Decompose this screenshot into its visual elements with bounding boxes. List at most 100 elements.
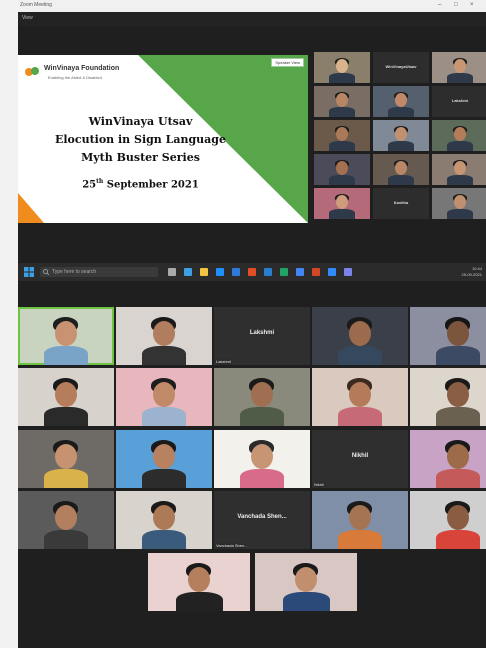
taskbar-clock[interactable]: 10:44 25-09-2021 <box>462 266 482 278</box>
mini-participant-tile[interactable] <box>314 86 370 117</box>
zoom-icon[interactable] <box>328 268 336 276</box>
teams-icon[interactable] <box>344 268 352 276</box>
participant-tile[interactable] <box>312 307 408 365</box>
mini-participant-tile[interactable] <box>373 86 429 117</box>
participant-video <box>255 553 357 611</box>
slide-orange-shape <box>18 193 44 223</box>
window-title-bar: Zoom Meeting – □ × <box>18 0 486 12</box>
shared-slide: WinVinaya Foundation Enabling the Abled … <box>18 55 308 223</box>
participant-tile[interactable]: Lakshmi Lakshmi <box>214 307 310 365</box>
mini-participant-tile[interactable] <box>314 188 370 219</box>
clock-date: 25-09-2021 <box>461 272 482 277</box>
participant-tile[interactable] <box>18 430 114 488</box>
office-icon[interactable] <box>248 268 256 276</box>
participant-tile[interactable] <box>18 307 114 365</box>
mini-participant-tile[interactable] <box>432 120 486 151</box>
mini-participant-tile[interactable] <box>373 120 429 151</box>
mini-participant-tile[interactable]: WinVinayaUtsav <box>373 52 429 83</box>
participant-video <box>116 430 212 488</box>
maximize-icon[interactable]: □ <box>454 2 458 8</box>
slide-logo-text: WinVinaya Foundation <box>44 65 120 72</box>
participant-video <box>432 154 486 185</box>
participant-tile[interactable] <box>312 368 408 426</box>
word-icon[interactable] <box>264 268 272 276</box>
slide-date: 25th September 2021 <box>82 178 199 191</box>
participant-tile[interactable] <box>410 491 486 549</box>
participant-video <box>214 368 310 426</box>
search-icon <box>43 269 49 275</box>
close-icon[interactable]: × <box>470 2 474 8</box>
participant-tile[interactable] <box>116 430 212 488</box>
store-icon[interactable] <box>216 268 224 276</box>
meeting-top-bar: View <box>18 12 486 26</box>
mini-participant-label: Lakshmi <box>451 98 469 103</box>
mini-participant-tile[interactable]: Kavitha <box>373 188 429 219</box>
taskbar-search-box[interactable]: Type here to search <box>40 267 158 277</box>
participant-tile[interactable] <box>410 368 486 426</box>
participant-video <box>410 430 486 488</box>
participant-name-placeholder: Nikhil <box>351 453 369 459</box>
participant-tile[interactable] <box>18 491 114 549</box>
mini-participant-tile[interactable] <box>432 52 486 83</box>
mini-participant-tile[interactable] <box>314 154 370 185</box>
slide-title-line-2: Elocution in Sign Language <box>54 133 227 146</box>
participant-video <box>314 120 370 151</box>
participant-tile[interactable] <box>312 491 408 549</box>
windows-start-icon[interactable] <box>24 267 34 277</box>
slide-title-line-3: Myth Buster Series <box>81 151 200 164</box>
mini-participant-tile[interactable] <box>314 52 370 83</box>
mini-participant-tile[interactable] <box>432 188 486 219</box>
mini-participant-tile[interactable] <box>432 154 486 185</box>
participant-name-placeholder: Lakshmi <box>249 330 275 336</box>
participant-tile[interactable] <box>116 491 212 549</box>
participant-video <box>18 491 114 549</box>
participant-video <box>312 368 408 426</box>
participant-video <box>116 307 212 365</box>
participant-name: Lakshmi <box>216 359 231 364</box>
participant-video <box>312 307 408 365</box>
mini-participant-tile[interactable]: Lakshmi <box>432 86 486 117</box>
participant-video <box>432 188 486 219</box>
mini-participant-label: Kavitha <box>393 200 409 205</box>
winvinaya-logo-icon <box>25 67 39 76</box>
participant-video <box>18 307 114 365</box>
participant-video <box>373 86 429 117</box>
slide-logo-subtitle: Enabling the Abled & Disabled <box>48 75 102 80</box>
participant-tile[interactable] <box>116 368 212 426</box>
minimize-icon[interactable]: – <box>438 2 441 8</box>
zoom-window: Zoom Meeting – □ × View WinVinaya Founda… <box>18 0 486 648</box>
participant-tile[interactable] <box>18 368 114 426</box>
powerpoint-icon[interactable] <box>312 268 320 276</box>
mail-icon[interactable] <box>232 268 240 276</box>
participant-video <box>116 368 212 426</box>
chrome-icon[interactable] <box>296 268 304 276</box>
edge-icon[interactable] <box>184 268 192 276</box>
participant-tile[interactable]: Vanchada Shen... Vanchada Shen... <box>214 491 310 549</box>
mini-participant-tile[interactable] <box>373 154 429 185</box>
window-title: Zoom Meeting <box>20 2 52 8</box>
file-explorer-icon[interactable] <box>200 268 208 276</box>
participant-tile[interactable] <box>214 430 310 488</box>
participant-video <box>314 154 370 185</box>
participant-video <box>410 491 486 549</box>
participant-tile[interactable] <box>116 307 212 365</box>
excel-icon[interactable] <box>280 268 288 276</box>
participant-video <box>314 52 370 83</box>
participant-video <box>373 120 429 151</box>
participant-video <box>432 120 486 151</box>
view-mode-tag[interactable]: Speaker View <box>271 58 304 67</box>
participant-video <box>314 188 370 219</box>
mini-participant-label: WinVinayaUtsav <box>385 64 417 69</box>
participant-tile[interactable] <box>410 430 486 488</box>
view-menu[interactable]: View <box>22 15 33 21</box>
participant-tile[interactable] <box>410 307 486 365</box>
participant-video <box>214 430 310 488</box>
participant-tile[interactable] <box>255 553 357 611</box>
search-placeholder: Type here to search <box>52 269 97 275</box>
participant-tile[interactable] <box>148 553 250 611</box>
task-view-icon[interactable] <box>168 268 176 276</box>
participant-tile[interactable] <box>214 368 310 426</box>
mini-participant-tile[interactable] <box>314 120 370 151</box>
participant-video <box>312 491 408 549</box>
participant-tile[interactable]: Nikhil Nikhil <box>312 430 408 488</box>
